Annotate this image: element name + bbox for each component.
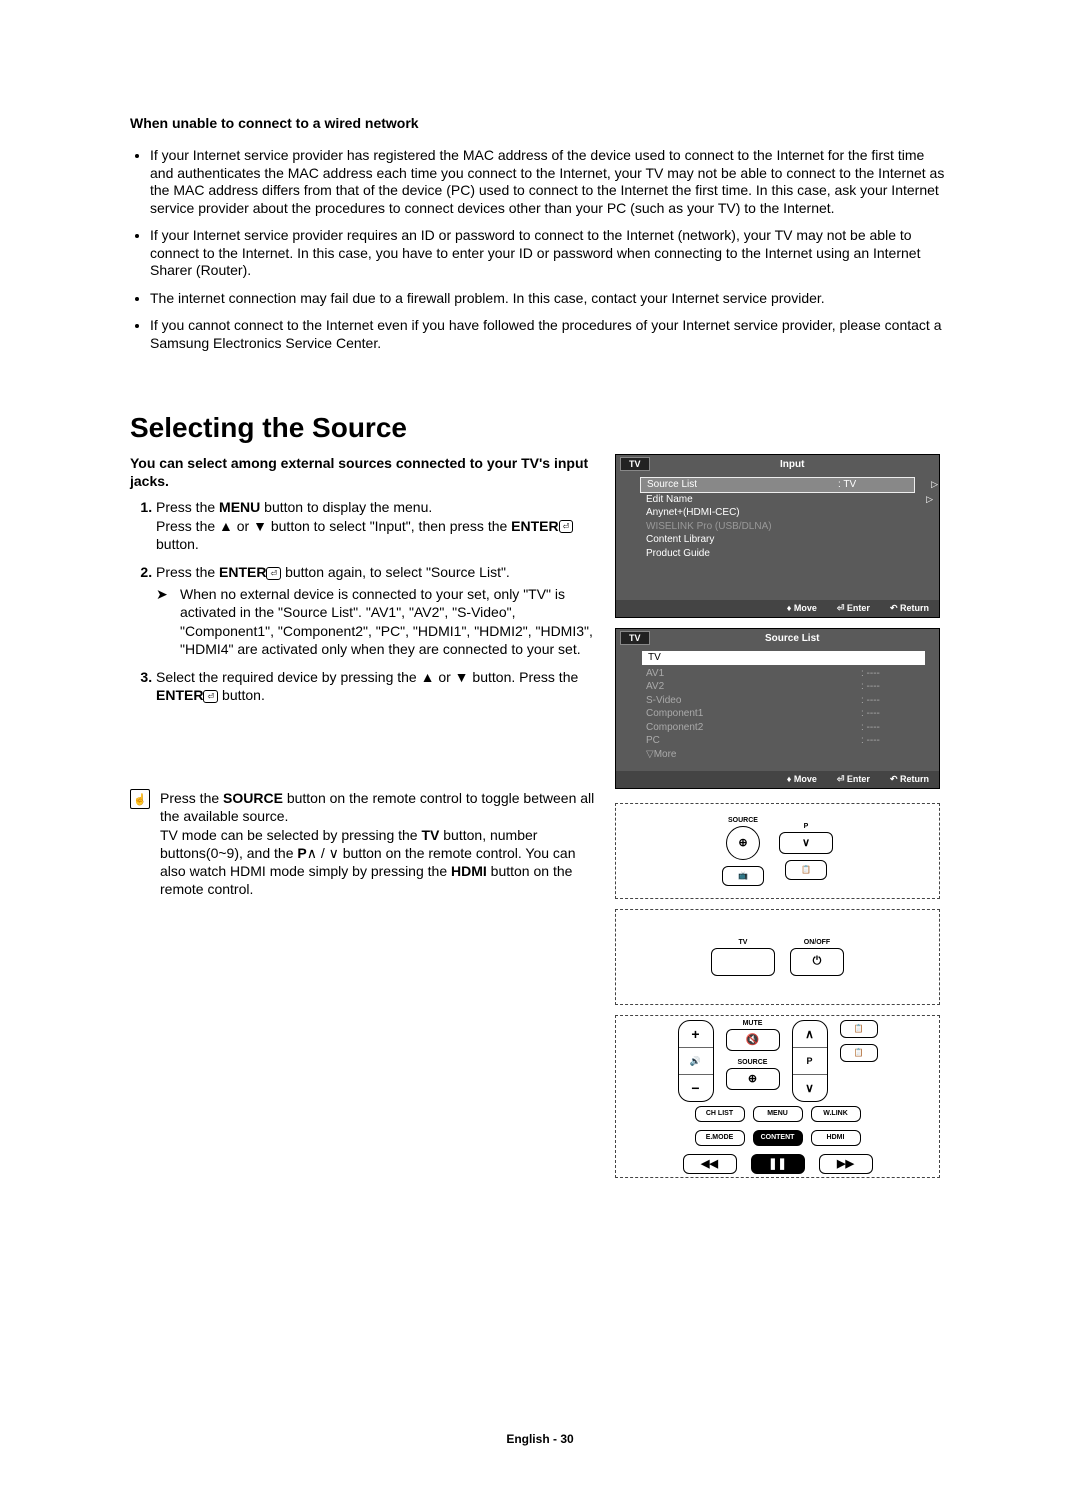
remote-diagram-source: SOURCE ⊕ 📺 P ∨ 📋 [615,803,940,899]
enter-icon: ⏎ [203,690,218,703]
osd-source-selected-tv: TV [642,651,925,665]
remote-tv-small-button: 📺 [722,866,764,886]
remote-menu-button: MENU [753,1106,803,1122]
osd-input-menu: TV Input Source List : TV ▷ Edit Name ▷ … [615,454,940,618]
osd-input-source-list: Source List : TV ▷ [640,477,915,493]
osd-title: Source List [650,633,935,644]
osd-enter-hint: ⏎ Enter [837,603,870,614]
remote-emode-button: E.MODE [695,1130,745,1146]
remote-hdmi-button: HDMI [811,1130,861,1146]
note-arrow-icon: ➤ [156,585,174,658]
osd-input-edit-name: Edit Name ▷ [646,493,909,507]
section-heading: Selecting the Source [130,412,950,444]
remote-small-button: 📋 [840,1044,878,1062]
remote-rewind-button: ◀◀ [683,1154,737,1174]
remote-diagram-bottom: + 🔊 − MUTE 🔇 SOURCE ⊕ ∧ [615,1015,940,1178]
remote-mute-button: 🔇 [726,1029,780,1051]
troubleshoot-bullet: If you cannot connect to the Internet ev… [150,317,950,352]
chevron-right-icon: ▷ [931,478,938,490]
osd-source-component2: Component2: ---- [646,721,921,735]
remote-pause-button: ❚❚ [751,1154,805,1174]
osd-input-content-library: Content Library [646,533,909,547]
chevron-right-icon: ▷ [926,493,933,505]
step-2-note: When no external device is connected to … [180,585,595,658]
remote-onoff-button: ⏻ [790,948,844,976]
remote-chlist-button: CH LIST [695,1106,745,1122]
osd-source-svideo: S-Video: ---- [646,694,921,708]
remote-volume-rocker: + 🔊 − [678,1020,714,1102]
step-2: Press the ENTER⏎ button again, to select… [156,563,595,658]
remote-forward-button: ▶▶ [819,1154,873,1174]
osd-source-pc: PC: ---- [646,734,921,748]
remote-guide-button: 📋 [785,860,827,880]
osd-move-hint: ♦ Move [787,603,817,614]
remote-p-rocker: ∧ P ∨ [792,1020,828,1102]
step-3: Select the required device by pressing t… [156,668,595,704]
remote-tv-button [711,948,775,976]
osd-return-hint: ↶ Return [890,603,929,614]
remote-content-button: CONTENT [753,1130,803,1146]
osd-source-more: ▽More [646,748,921,762]
remote-wlink-button: W.LINK [811,1106,861,1122]
remote-tip-text: Press the SOURCE button on the remote co… [160,789,595,898]
page-footer: English - 30 [0,1432,1080,1446]
remote-source-button: ⊕ [726,826,760,860]
troubleshoot-bullet: If your Internet service provider has re… [150,147,950,217]
intro-text: You can select among external sources co… [130,454,595,490]
osd-return-hint: ↶ Return [890,774,929,785]
enter-icon: ⏎ [559,520,574,533]
troubleshoot-bullet: If your Internet service provider requir… [150,227,950,280]
remote-p-up-button: ∨ [779,832,833,854]
osd-source-list: TV Source List TV AV1: ---- AV2: ---- S-… [615,628,940,789]
osd-tv-badge: TV [620,457,650,471]
remote-small-button: 📋 [840,1020,878,1038]
osd-enter-hint: ⏎ Enter [837,774,870,785]
osd-source-av2: AV2: ---- [646,680,921,694]
osd-input-product-guide: Product Guide [646,547,909,561]
remote-diagram-tv: TV ON/OFF ⏻ [615,909,940,1005]
troubleshoot-title: When unable to connect to a wired networ… [130,115,950,131]
steps-list: Press the MENU button to display the men… [130,498,595,704]
osd-input-anynet: Anynet+(HDMI-CEC) [646,506,909,520]
enter-icon: ⏎ [266,567,281,580]
osd-source-av1: AV1: ---- [646,667,921,681]
osd-source-component1: Component1: ---- [646,707,921,721]
remote-tip-icon: ☝ [130,789,150,809]
osd-title: Input [650,459,935,470]
step-1: Press the MENU button to display the men… [156,498,595,553]
osd-input-wiselink: WISELINK Pro (USB/DLNA) [646,520,909,534]
troubleshoot-list: If your Internet service provider has re… [130,147,950,352]
osd-tv-badge: TV [620,631,650,645]
osd-move-hint: ♦ Move [787,774,817,785]
remote-source-small-button: ⊕ [726,1068,780,1090]
troubleshoot-bullet: The internet connection may fail due to … [150,290,950,308]
